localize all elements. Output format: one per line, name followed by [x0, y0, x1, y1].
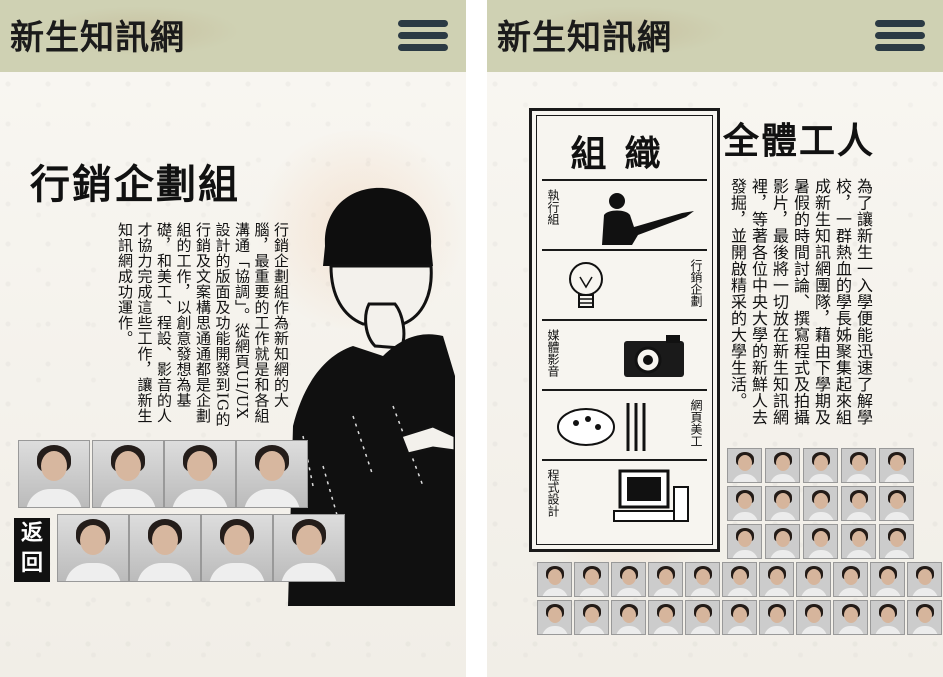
member-photo [611, 600, 646, 635]
org-unit-media[interactable]: 媒體影音 [542, 319, 707, 391]
member-photo [236, 440, 308, 508]
member-photo [907, 562, 942, 597]
org-unit-label: 執行組 [546, 189, 560, 225]
member-photo [722, 600, 757, 635]
member-photo [841, 448, 876, 483]
member-photo [879, 486, 914, 521]
member-photo [765, 524, 800, 559]
member-photo [796, 600, 831, 635]
org-unit-label: 媒體影音 [546, 329, 560, 377]
hamburger-menu-icon[interactable] [398, 20, 448, 54]
org-unit-label: 程式設計 [546, 469, 560, 517]
camera-icon [624, 335, 684, 377]
back-button[interactable]: 返回 [14, 518, 50, 582]
member-photo [18, 440, 90, 508]
member-photo [870, 562, 905, 597]
org-unit-marketing[interactable]: 行銷企劃 [542, 249, 707, 321]
member-photo [537, 562, 572, 597]
palette-brushes-icon [557, 403, 646, 451]
member-photo [648, 562, 683, 597]
light-bulb-icon [569, 262, 603, 308]
pointing-man-icon [602, 193, 694, 245]
member-photo [833, 562, 868, 597]
header-bar: 新生知訊網 [487, 0, 943, 72]
member-photo [803, 524, 838, 559]
hamburger-menu-icon[interactable] [875, 20, 925, 54]
member-photo [727, 448, 762, 483]
left-screen: 新生知訊網 行銷企劃組 行銷企劃組作為新知網的大腦，最重要的工作就是和各組溝通「… [0, 0, 466, 677]
member-photo [765, 486, 800, 521]
member-photo [879, 448, 914, 483]
member-photo [907, 600, 942, 635]
org-chart: 組織 執行組 行銷企劃 媒體影音 網頁美工 程式設計 [529, 108, 720, 552]
member-photo [574, 600, 609, 635]
team-description: 行銷企劃組作為新知網的大腦，最重要的工作就是和各組溝通「協調」。從網頁UI/UX… [116, 222, 290, 427]
member-photo [537, 600, 572, 635]
member-photo [759, 562, 794, 597]
member-photo [765, 448, 800, 483]
org-unit-executive[interactable]: 執行組 [542, 179, 707, 251]
member-photo [841, 524, 876, 559]
member-photo [201, 514, 273, 582]
team-description: 為了讓新生一入學便能迅速了解學校，一群熱血的學長姊聚集起來組成新生知訊網團隊，藉… [728, 178, 873, 426]
member-photo [722, 562, 757, 597]
member-photo [841, 486, 876, 521]
computer-icon [613, 469, 689, 522]
member-photo [833, 600, 868, 635]
right-screen: 新生知訊網 組織 執行組 行銷企劃 媒體影音 網頁美工 程式設計 全體工人 為了… [487, 0, 943, 677]
member-photo [611, 562, 646, 597]
org-unit-label: 網頁美工 [689, 399, 703, 447]
member-photo [727, 486, 762, 521]
org-chart-title: 組織 [570, 133, 679, 175]
site-logo[interactable]: 新生知訊網 [497, 10, 672, 59]
member-photo [803, 448, 838, 483]
member-photo [57, 514, 129, 582]
member-photo [727, 524, 762, 559]
member-photo [574, 562, 609, 597]
header-bar: 新生知訊網 [0, 0, 466, 72]
org-unit-design[interactable]: 網頁美工 [542, 389, 707, 461]
member-photo [92, 440, 164, 508]
org-unit-label: 行銷企劃 [689, 259, 703, 307]
member-photo [685, 562, 720, 597]
member-photo [648, 600, 683, 635]
member-photo [870, 600, 905, 635]
member-photo [879, 524, 914, 559]
member-photo [129, 514, 201, 582]
member-photo [759, 600, 794, 635]
member-photo [164, 440, 236, 508]
page-title: 全體工人 [723, 120, 876, 162]
member-photo [273, 514, 345, 582]
site-logo[interactable]: 新生知訊網 [10, 10, 185, 59]
member-photo [796, 562, 831, 597]
page-title: 行銷企劃組 [30, 161, 240, 208]
member-photo [685, 600, 720, 635]
org-unit-programming[interactable]: 程式設計 [542, 459, 707, 535]
member-photo [803, 486, 838, 521]
